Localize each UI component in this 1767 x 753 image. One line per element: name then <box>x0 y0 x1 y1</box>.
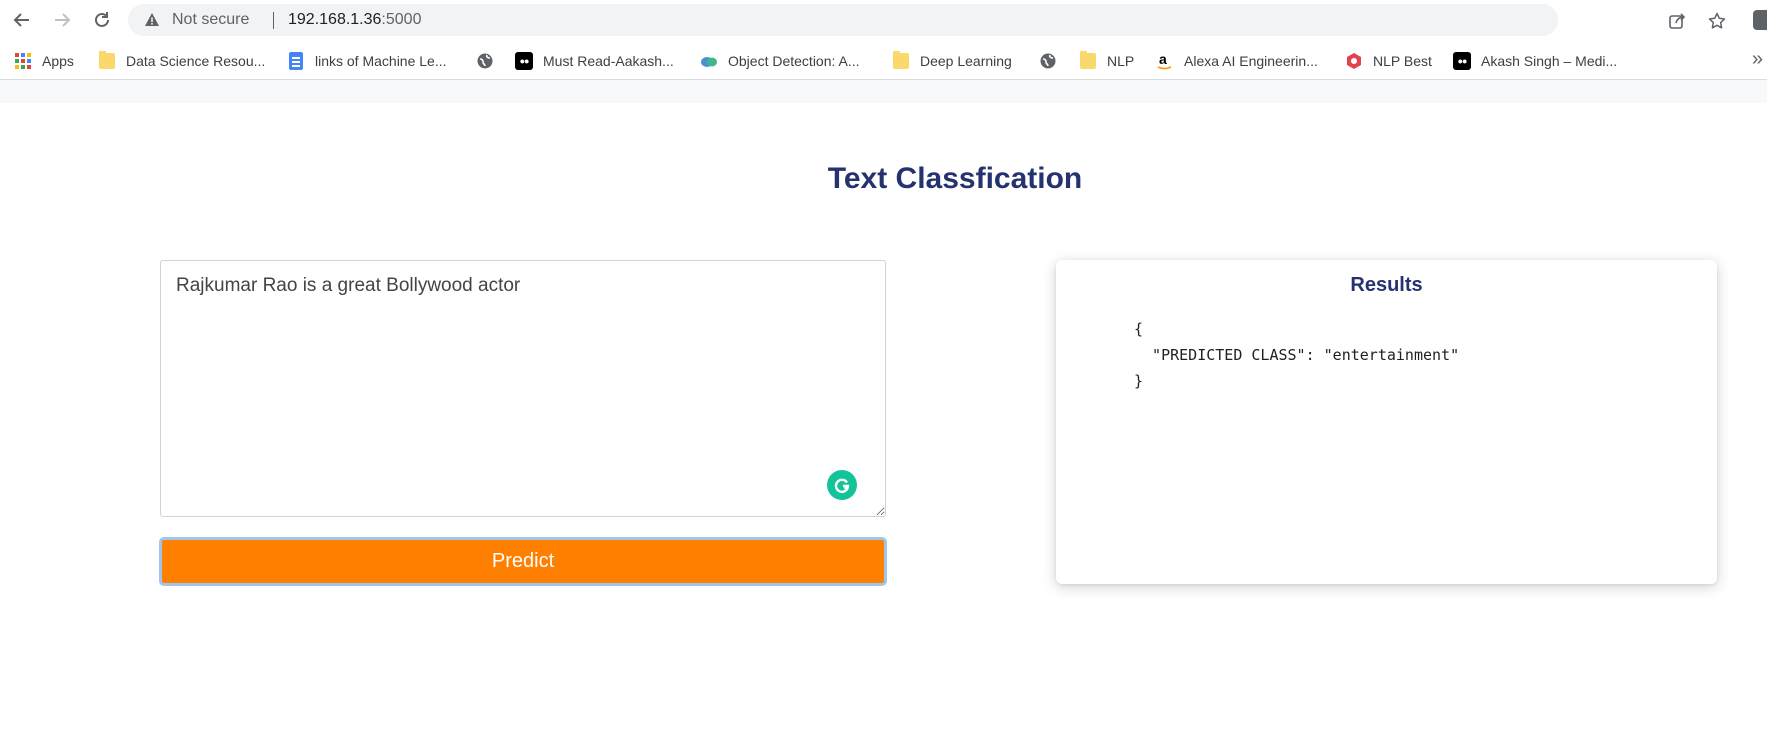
results-title: Results <box>1350 274 1423 296</box>
globe-icon <box>1039 52 1057 70</box>
forward-arrow-icon[interactable] <box>50 8 74 32</box>
url-text[interactable]: 192.168.1.36:5000 <box>288 11 421 29</box>
text-input[interactable]: Rajkumar Rao is a great Bollywood actor <box>160 260 886 517</box>
back-arrow-icon[interactable] <box>10 8 34 32</box>
predict-button[interactable]: Predict <box>159 537 887 586</box>
bookmark-akash-singh[interactable]: ●● Akash Singh – Medi... <box>1453 51 1617 71</box>
address-separator <box>273 12 274 29</box>
svg-text:a: a <box>1159 52 1167 67</box>
reload-icon[interactable] <box>90 8 114 32</box>
bookmark-object-detection[interactable]: Object Detection: A... <box>700 51 860 71</box>
url-host: 192.168.1.36 <box>288 11 382 28</box>
bookmark-nlp[interactable]: NLP <box>1079 51 1134 71</box>
page-header-strip <box>0 80 1767 103</box>
extension-icon[interactable] <box>1753 10 1767 30</box>
amazon-icon: a <box>1156 52 1174 70</box>
bookmark-globe-2[interactable] <box>1039 51 1057 71</box>
page-title: Text Classfication <box>827 162 1083 195</box>
warning-icon[interactable] <box>144 12 160 28</box>
medium-icon: ●● <box>515 52 533 70</box>
apps-grid-icon <box>14 52 32 70</box>
red-shield-icon <box>1345 52 1363 70</box>
bookmark-alexa-ai[interactable]: a Alexa AI Engineerin... <box>1156 51 1318 71</box>
medium-icon: ●● <box>1453 52 1471 70</box>
bookmark-must-read[interactable]: ●● Must Read-Aakash... <box>515 51 674 71</box>
cloud-icon <box>700 52 718 70</box>
bookmark-label: NLP Best <box>1373 53 1432 69</box>
bookmark-label: Data Science Resou... <box>126 53 266 69</box>
results-card: Results { "PREDICTED CLASS": "entertainm… <box>1056 260 1717 584</box>
bookmark-label: Alexa AI Engineerin... <box>1184 53 1318 69</box>
bookmark-nlp-best[interactable]: NLP Best <box>1345 51 1432 71</box>
bookmark-links-ml[interactable]: links of Machine Le... <box>287 51 447 71</box>
share-icon[interactable] <box>1668 12 1686 30</box>
bookmark-deep-learning[interactable]: Deep Learning <box>892 51 1012 71</box>
bookmark-label: Apps <box>42 53 74 69</box>
folder-icon <box>98 51 116 70</box>
bookmark-label: Must Read-Aakash... <box>543 53 674 69</box>
bookmarks-overflow-chevron-icon[interactable]: » <box>1752 48 1763 71</box>
results-json: { "PREDICTED CLASS": "entertainment" } <box>1134 320 1460 390</box>
security-status[interactable]: Not secure <box>172 11 249 29</box>
address-bar[interactable]: Not secure 192.168.1.36:5000 <box>128 4 1726 36</box>
globe-icon <box>476 52 494 70</box>
folder-icon <box>1079 51 1097 70</box>
bookmark-label: Deep Learning <box>920 53 1012 69</box>
bookmarks-bar: Apps Data Science Resou... links of Mach… <box>0 43 1767 80</box>
bookmark-apps[interactable]: Apps <box>14 51 74 71</box>
bookmark-label: Object Detection: A... <box>728 53 860 69</box>
folder-icon <box>892 51 910 70</box>
browser-toolbar: Not secure 192.168.1.36:5000 <box>0 0 1767 40</box>
bookmark-label: NLP <box>1107 53 1135 69</box>
grammarly-icon[interactable] <box>827 470 857 500</box>
bookmark-star-icon[interactable] <box>1708 12 1726 30</box>
url-port: :5000 <box>381 11 422 28</box>
bookmark-globe-1[interactable] <box>476 51 494 71</box>
bookmark-label: Akash Singh – Medi... <box>1481 53 1618 69</box>
bookmark-data-science[interactable]: Data Science Resou... <box>98 51 265 71</box>
google-docs-icon <box>287 52 305 70</box>
bookmark-label: links of Machine Le... <box>315 53 447 69</box>
